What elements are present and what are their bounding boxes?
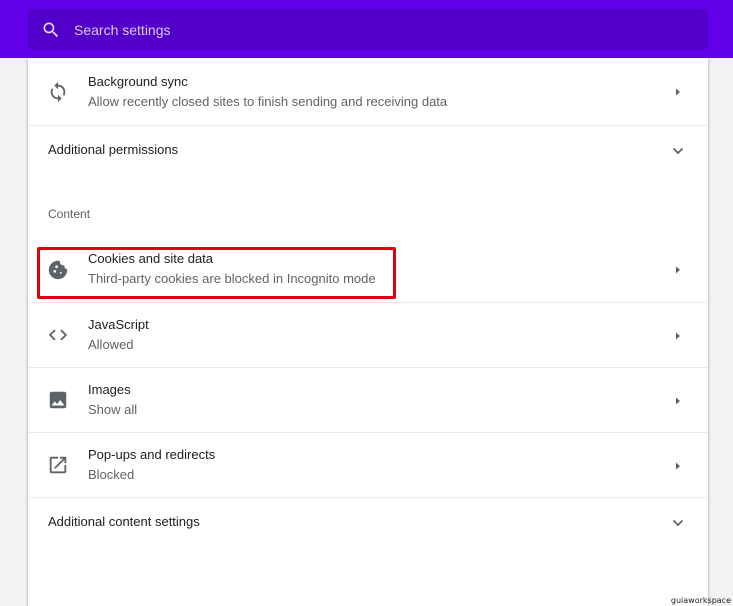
watermark: guiaworkspace [670,596,731,605]
arrow-right-icon [676,266,680,274]
popups-subtitle: Blocked [88,467,135,482]
additional-permissions-title: Additional permissions [48,142,179,157]
arrow-right-icon [676,397,680,405]
code-icon [48,329,68,341]
chevron-down-icon [672,147,684,155]
background-sync-subtitle: Allow recently closed sites to finish se… [88,94,448,109]
images-title: Images [88,382,131,397]
javascript-title: JavaScript [88,317,149,332]
additional-content-settings-row[interactable]: Additional content settings [28,497,708,547]
open-in-new-icon [49,456,67,474]
search-placeholder: Search settings [74,21,171,38]
images-subtitle: Show all [88,402,138,417]
additional-content-settings-title: Additional content settings [48,514,200,529]
popups-title: Pop-ups and redirects [88,447,216,462]
chevron-down-icon [672,519,684,527]
background-sync-title: Background sync [88,74,188,89]
cookies-highlight-box [37,247,396,299]
additional-permissions-row[interactable]: Additional permissions [28,125,708,175]
background-sync-row[interactable]: Background sync Allow recently closed si… [28,58,708,125]
search-icon [43,22,59,37]
arrow-right-icon [676,332,680,340]
arrow-right-icon [676,88,680,96]
header-bar: Search settings [0,0,733,58]
sync-icon [50,81,66,103]
search-input[interactable]: Search settings [28,9,708,50]
image-icon [49,391,67,409]
content-section-heading: Content [48,207,91,221]
popups-row[interactable]: Pop-ups and redirects Blocked [28,432,708,497]
images-row[interactable]: Images Show all [28,367,708,432]
javascript-row[interactable]: JavaScript Allowed [28,302,708,367]
settings-card: Background sync Allow recently closed si… [28,58,708,606]
arrow-right-icon [676,462,680,470]
javascript-subtitle: Allowed [88,337,134,352]
